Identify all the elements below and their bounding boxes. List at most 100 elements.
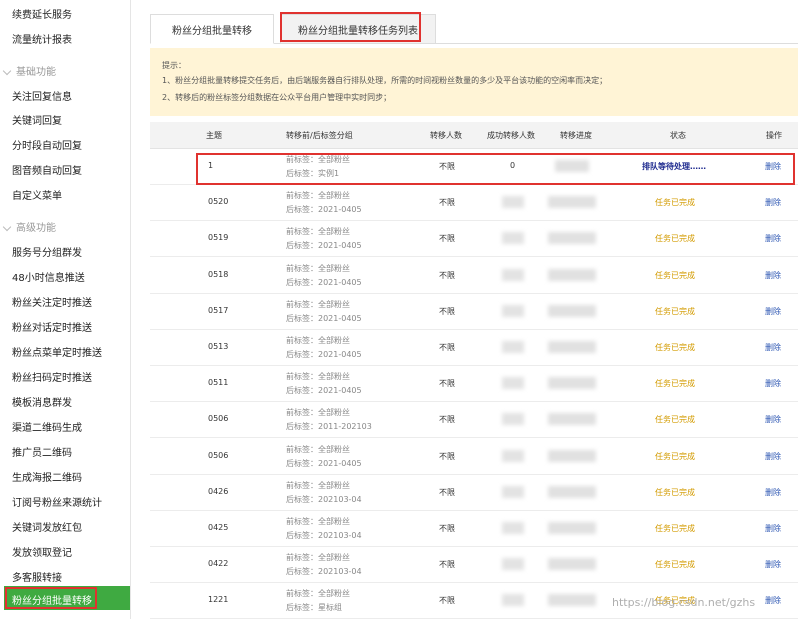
delete-link[interactable]: 删除 bbox=[765, 523, 781, 534]
row-theme: 0511 bbox=[208, 378, 229, 388]
row-theme: 0506 bbox=[208, 414, 229, 424]
row-tag-before: 前标签：全部粉丝 bbox=[286, 263, 350, 273]
progress-redacted bbox=[548, 232, 596, 245]
sidebar-item-keyword-reply[interactable]: 关键词回复 bbox=[12, 112, 62, 127]
sidebar-item-scan-push[interactable]: 粉丝扫码定时推送 bbox=[12, 369, 92, 384]
row-tag-before: 前标签：全部粉丝 bbox=[286, 408, 350, 418]
delete-link[interactable]: 删除 bbox=[765, 306, 781, 317]
delete-link[interactable]: 删除 bbox=[765, 487, 781, 498]
delete-link[interactable]: 删除 bbox=[765, 595, 781, 606]
row-status: 任务已完成 bbox=[655, 234, 695, 244]
row-theme: 0517 bbox=[208, 305, 229, 315]
row-tag-before: 前标签：全部粉丝 bbox=[286, 517, 350, 526]
row-count: 不限 bbox=[439, 343, 455, 352]
sidebar-item-group-send[interactable]: 服务号分组群发 bbox=[12, 244, 82, 259]
delete-link[interactable]: 删除 bbox=[765, 233, 781, 244]
delete-link[interactable]: 删除 bbox=[765, 559, 781, 570]
success-redacted bbox=[502, 485, 524, 498]
row-tag-before: 前标签：全部粉丝 bbox=[286, 299, 350, 309]
row-count: 不限 bbox=[439, 560, 455, 570]
progress-redacted bbox=[548, 196, 596, 209]
row-theme: 0425 bbox=[208, 523, 229, 532]
progress-redacted bbox=[548, 377, 596, 390]
sidebar-item-custom-menu[interactable]: 自定义菜单 bbox=[12, 187, 62, 202]
row-tag-after: 后标签：202103-04 bbox=[286, 531, 362, 540]
row-status: 任务已完成 bbox=[655, 343, 695, 352]
delete-link[interactable]: 删除 bbox=[765, 451, 781, 462]
sidebar-item-keyword-redpack[interactable]: 关键词发放红包 bbox=[12, 519, 82, 534]
delete-link[interactable]: 删除 bbox=[765, 161, 781, 172]
delete-link[interactable]: 删除 bbox=[765, 197, 781, 208]
sidebar-item-source-stats[interactable]: 订阅号粉丝来源统计 bbox=[12, 494, 102, 509]
col-progress: 转移进度 bbox=[560, 131, 592, 140]
sidebar-item-claim-register[interactable]: 发放领取登记 bbox=[12, 544, 72, 559]
row-theme: 1221 bbox=[208, 595, 229, 605]
tab-task-list[interactable]: 粉丝分组批量转移任务列表 bbox=[280, 14, 436, 44]
tip-box: 提示： 1、粉丝分组批量转移提交任务后，由后端服务器自行排队处理，所需的时间视粉… bbox=[150, 48, 798, 116]
row-tag-after: 后标签：星标组 bbox=[286, 603, 342, 613]
col-count: 转移人数 bbox=[430, 131, 462, 140]
sidebar-item-time-reply[interactable]: 分时段自动回复 bbox=[12, 137, 82, 152]
sidebar-item-menu-push[interactable]: 粉丝点菜单定时推送 bbox=[12, 344, 102, 359]
sidebar-item-channel-qr[interactable]: 渠道二维码生成 bbox=[12, 419, 82, 434]
chevron-down-icon bbox=[2, 222, 12, 231]
sidebar-item-follow-reply[interactable]: 关注回复信息 bbox=[12, 88, 72, 103]
sidebar-item-template-msg[interactable]: 模板消息群发 bbox=[12, 394, 72, 409]
row-status: 任务已完成 bbox=[655, 198, 695, 208]
row-count: 不限 bbox=[439, 198, 455, 208]
table-row: 0506 前标签：全部粉丝 后标签：2021-0405 不限 任务已完成 删除 bbox=[150, 439, 798, 475]
sidebar-item-traffic-report[interactable]: 流量统计报表 bbox=[12, 31, 72, 46]
row-tag-after: 后标签：2021-0405 bbox=[286, 386, 362, 396]
row-count: 不限 bbox=[439, 162, 455, 171]
delete-link[interactable]: 删除 bbox=[765, 414, 781, 425]
sidebar-item-media-reply[interactable]: 图音频自动回复 bbox=[12, 162, 82, 177]
tab-batch-transfer[interactable]: 粉丝分组批量转移 bbox=[150, 14, 274, 44]
row-count: 不限 bbox=[439, 596, 455, 606]
success-redacted bbox=[502, 341, 524, 353]
row-tag-before: 前标签：全部粉丝 bbox=[286, 191, 350, 201]
progress-redacted bbox=[548, 304, 596, 317]
sidebar-item-poster-qr[interactable]: 生成海报二维码 bbox=[12, 469, 82, 484]
row-status: 排队等待处理…… bbox=[642, 162, 706, 171]
row-tag-after: 后标签：2021-0405 bbox=[286, 313, 362, 323]
progress-redacted bbox=[548, 485, 596, 498]
success-redacted bbox=[502, 413, 524, 426]
sidebar-section-basic: 基础功能 bbox=[0, 63, 56, 78]
row-tag-before: 前标签：全部粉丝 bbox=[286, 372, 350, 382]
row-tag-after: 后标签：2021-0405 bbox=[286, 458, 362, 468]
success-redacted bbox=[502, 449, 524, 462]
sidebar-item-renewal[interactable]: 续费延长服务 bbox=[12, 6, 72, 21]
row-count: 不限 bbox=[439, 451, 455, 461]
sidebar-item-follow-push[interactable]: 粉丝关注定时推送 bbox=[12, 294, 92, 309]
success-redacted bbox=[502, 196, 524, 209]
row-tag-after: 后标签：202103-04 bbox=[286, 494, 362, 504]
watermark: https://blog.csdn.net/gzhs bbox=[612, 596, 756, 609]
progress-redacted bbox=[548, 522, 596, 534]
row-status: 任务已完成 bbox=[655, 560, 695, 570]
sidebar-item-promoter-qr[interactable]: 推广员二维码 bbox=[12, 444, 72, 459]
row-count: 不限 bbox=[439, 234, 455, 244]
success-redacted bbox=[502, 232, 524, 245]
table-header: 主题 转移前/后标签分组 转移人数 成功转移人数 转移进度 状态 操作 bbox=[150, 122, 798, 149]
sidebar: 续费延长服务 流量统计报表 基础功能 关注回复信息 关键词回复 分时段自动回复 … bbox=[0, 0, 131, 619]
sidebar-item-multi-service[interactable]: 多客服转接 bbox=[12, 569, 62, 584]
row-count: 不限 bbox=[439, 487, 455, 497]
chevron-down-icon bbox=[2, 66, 12, 75]
sidebar-item-chat-push[interactable]: 粉丝对话定时推送 bbox=[12, 319, 92, 334]
delete-link[interactable]: 删除 bbox=[765, 270, 781, 281]
delete-link[interactable]: 删除 bbox=[765, 378, 781, 389]
row-count: 不限 bbox=[439, 524, 455, 533]
table-row: 0517 前标签：全部粉丝 后标签：2021-0405 不限 任务已完成 删除 bbox=[150, 294, 798, 330]
table-row: 0422 前标签：全部粉丝 后标签：202103-04 不限 任务已完成 删除 bbox=[150, 547, 798, 584]
section-label: 高级功能 bbox=[16, 223, 56, 234]
row-theme: 1 bbox=[208, 161, 214, 170]
col-status: 状态 bbox=[670, 131, 686, 140]
row-tag-after: 后标签：2021-0405 bbox=[286, 205, 362, 215]
delete-link[interactable]: 删除 bbox=[765, 342, 781, 353]
row-tag-before: 前标签：全部粉丝 bbox=[286, 155, 350, 164]
row-theme: 0518 bbox=[208, 269, 229, 279]
sidebar-item-48h-push[interactable]: 48小时信息推送 bbox=[12, 269, 85, 284]
progress-redacted bbox=[548, 268, 596, 281]
app-root: 续费延长服务 流量统计报表 基础功能 关注回复信息 关键词回复 分时段自动回复 … bbox=[0, 0, 800, 619]
success-redacted bbox=[502, 304, 524, 317]
